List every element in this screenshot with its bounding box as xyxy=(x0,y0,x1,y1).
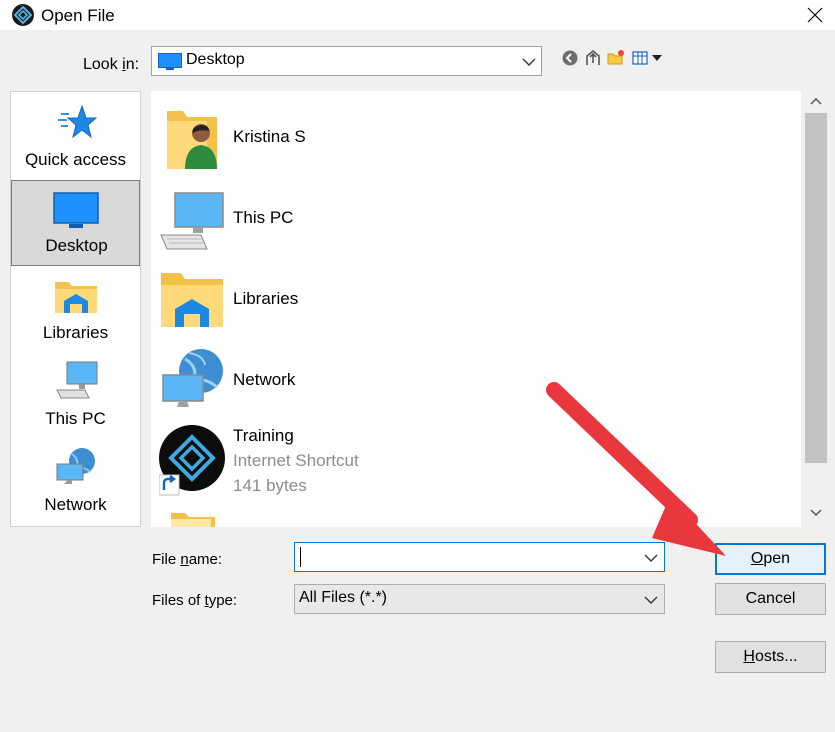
scrollbar-thumb[interactable] xyxy=(805,113,827,463)
place-label: This PC xyxy=(45,409,106,428)
file-name: Network xyxy=(233,370,296,389)
place-network[interactable]: Network xyxy=(11,440,140,526)
places-bar: Quick access Desktop Libraries This PC N… xyxy=(10,91,141,527)
chevron-down-icon xyxy=(644,596,658,604)
text-caret xyxy=(300,547,301,567)
place-label: Desktop xyxy=(45,236,108,255)
file-name: This PC xyxy=(233,208,294,227)
desktop-icon xyxy=(53,192,99,228)
place-this-pc[interactable]: This PC xyxy=(11,354,140,440)
look-in-label: Look in: xyxy=(83,56,140,73)
network-icon xyxy=(162,349,223,407)
place-libraries[interactable]: Libraries xyxy=(11,268,140,354)
star-icon xyxy=(58,104,97,139)
files-of-type-label: Files of type: xyxy=(152,592,238,609)
close-icon xyxy=(807,7,823,23)
files-of-type-select[interactable]: All Files (*.*) xyxy=(294,584,665,614)
list-item[interactable]: Kristina S xyxy=(151,101,801,177)
up-folder-icon[interactable] xyxy=(584,49,602,67)
view-menu-icon[interactable] xyxy=(632,49,664,67)
place-label: Network xyxy=(44,495,107,514)
annotation-arrow-icon xyxy=(546,382,726,556)
computer-icon xyxy=(56,361,98,399)
file-name: Training xyxy=(233,426,294,445)
look-in-select[interactable]: Desktop xyxy=(151,46,542,76)
new-folder-icon[interactable] xyxy=(607,49,625,67)
file-name: Kristina S xyxy=(233,127,306,146)
shortcut-icon xyxy=(159,425,225,496)
close-button[interactable] xyxy=(796,0,834,30)
desktop-icon xyxy=(158,53,182,70)
vertical-scrollbar[interactable] xyxy=(801,91,831,527)
place-label: Quick access xyxy=(24,150,127,169)
title-bar: Open File xyxy=(0,0,835,30)
libraries-icon xyxy=(161,273,223,327)
file-type: Internet Shortcut xyxy=(233,451,359,470)
files-of-type-value: All Files (*.*) xyxy=(299,589,388,606)
file-name-label: File name: xyxy=(152,551,223,568)
scroll-down-icon[interactable] xyxy=(810,509,822,517)
app-logo-icon xyxy=(12,4,34,26)
chevron-down-icon xyxy=(522,58,536,66)
file-size: 141 bytes xyxy=(233,476,307,495)
list-item[interactable]: Libraries xyxy=(151,263,801,339)
place-label: Libraries xyxy=(42,323,109,342)
file-name: Libraries xyxy=(233,289,299,308)
back-icon[interactable] xyxy=(561,49,579,67)
cancel-button[interactable]: Cancel xyxy=(715,583,826,615)
computer-icon xyxy=(160,192,224,250)
place-quick-access[interactable]: Quick access xyxy=(11,92,140,178)
window-title: Open File xyxy=(41,6,115,25)
scroll-up-icon[interactable] xyxy=(810,97,822,105)
place-desktop[interactable]: Desktop xyxy=(11,180,140,266)
user-folder-icon xyxy=(167,111,217,169)
list-item[interactable]: This PC xyxy=(151,181,801,257)
look-in-value: Desktop xyxy=(186,51,245,68)
network-icon xyxy=(56,448,95,484)
libraries-icon xyxy=(55,282,97,313)
hosts-button[interactable]: Hosts... xyxy=(715,641,826,673)
partial-folder-icon xyxy=(171,513,215,527)
